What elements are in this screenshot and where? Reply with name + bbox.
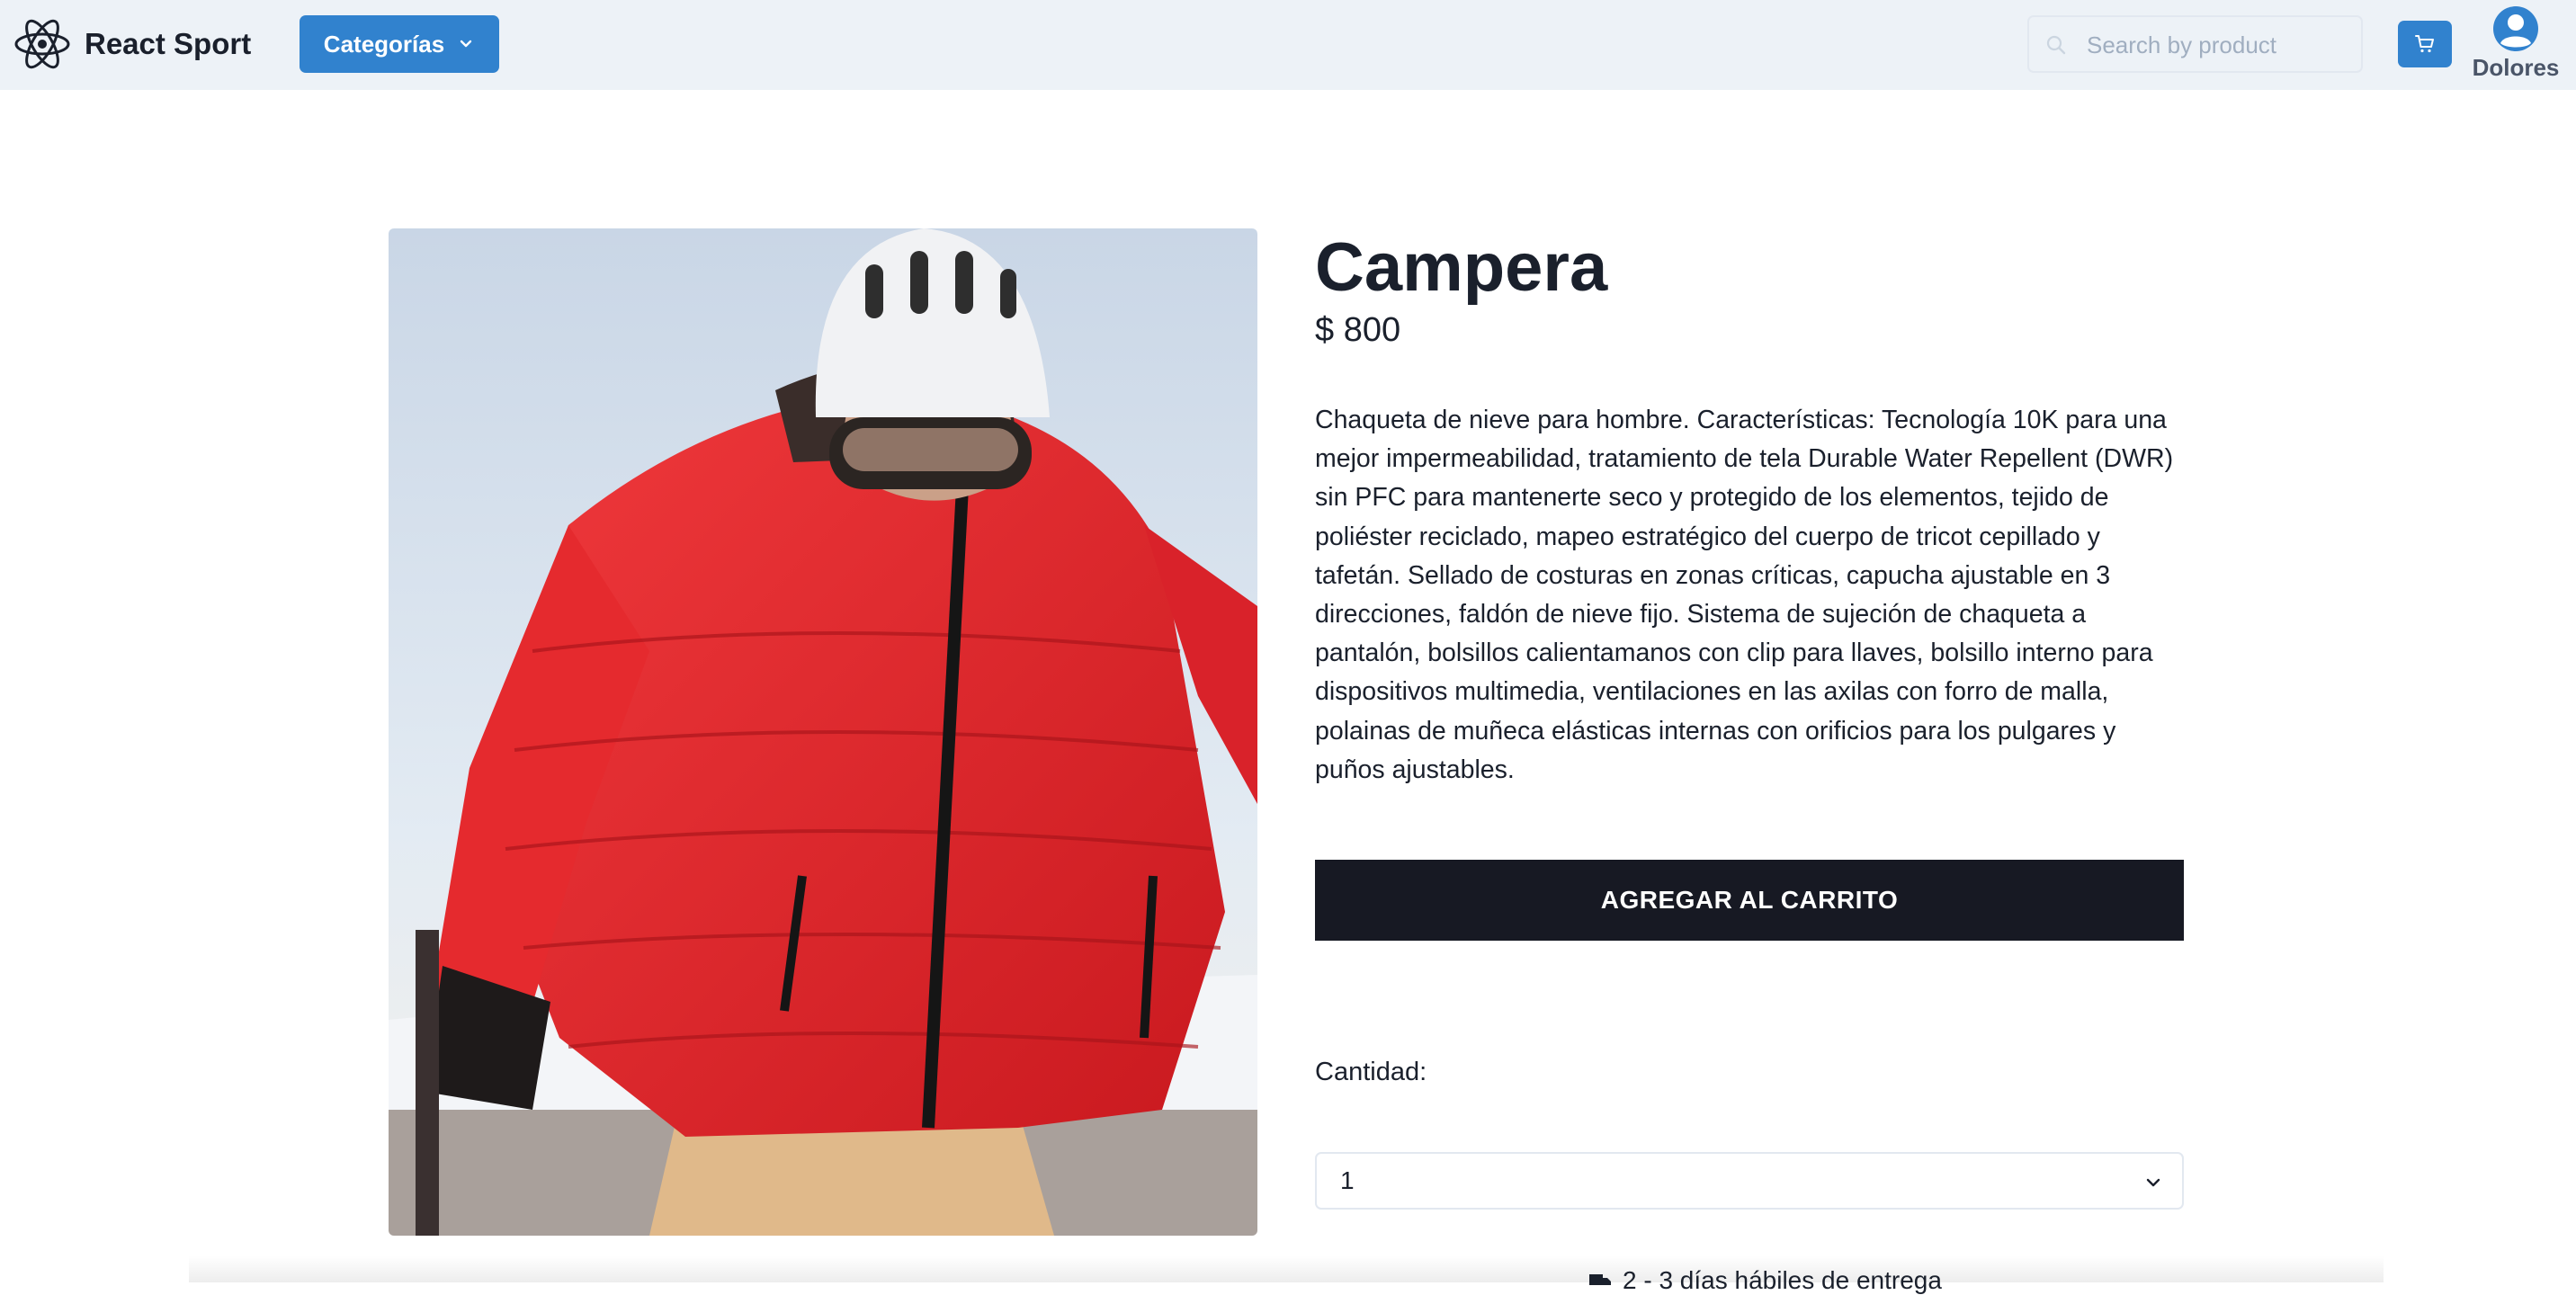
- delivery-text: 2 - 3 días hábiles de entrega: [1623, 1266, 1942, 1294]
- user-menu[interactable]: Dolores: [2466, 5, 2565, 86]
- search-input[interactable]: [2085, 17, 2358, 73]
- quantity-value: 1: [1340, 1166, 1355, 1194]
- product-info: Campera $ 800 Chaqueta de nieve para hom…: [1315, 228, 2184, 816]
- product-price: $ 800: [1315, 311, 1401, 349]
- react-logo-icon: [14, 19, 70, 69]
- quantity-label: Cantidad:: [1315, 1058, 1427, 1086]
- user-name: Dolores: [2472, 54, 2560, 81]
- quantity-select[interactable]: 1: [1315, 1152, 2184, 1210]
- navbar: React Sport Categorías Dolores: [0, 0, 2576, 90]
- brand-name: React Sport: [85, 27, 252, 60]
- delivery-info: 2 - 3 días hábiles de entrega: [1588, 1266, 1942, 1295]
- cart-button[interactable]: [2398, 21, 2452, 67]
- truck-icon: [1589, 1274, 1611, 1285]
- cart-icon: [2415, 35, 2434, 53]
- product-description: Chaqueta de nieve para hombre. Caracterí…: [1315, 406, 2174, 784]
- chevron-down-icon: [2146, 1178, 2160, 1187]
- chevron-down-icon: [460, 40, 472, 48]
- add-to-cart-button[interactable]: AGREGAR AL CARRITO: [1315, 860, 2184, 941]
- search-icon: [2046, 35, 2066, 55]
- user-circle-icon: [2493, 6, 2538, 51]
- search-box: [2027, 15, 2363, 73]
- product-title: Campera: [1315, 229, 1608, 306]
- brand-link[interactable]: React Sport: [13, 14, 251, 74]
- jacket-photo: [389, 228, 1257, 1236]
- categories-label: Categorías: [323, 30, 445, 58]
- categories-menu-button[interactable]: Categorías: [300, 15, 499, 73]
- footer-shadow: [189, 1255, 2384, 1282]
- product-image: [389, 228, 1257, 1236]
